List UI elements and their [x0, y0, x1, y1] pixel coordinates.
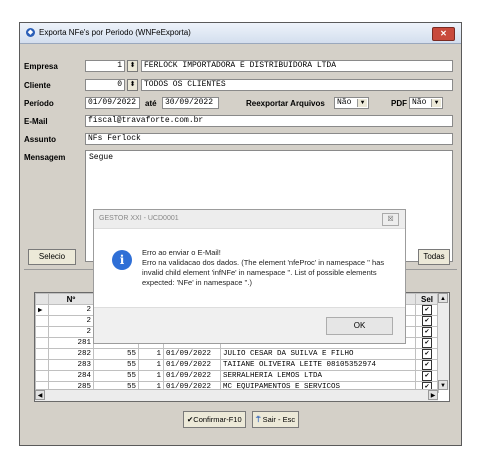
app-icon: ◆ — [26, 28, 35, 37]
scroll-up-icon[interactable]: ▲ — [438, 293, 448, 303]
column-header-num[interactable]: Nº — [48, 293, 94, 305]
dialog-message-line1: Erro ao enviar o E-Mail! — [142, 248, 221, 257]
scroll-left-icon[interactable]: ◀ — [35, 390, 45, 400]
cell-num: 281 — [48, 337, 94, 349]
dialog-footer: OK — [94, 307, 405, 343]
dialog-title-bar: GESTOR XXI - UCD0001 ☒ — [94, 210, 405, 229]
reexportar-label: Reexportar Arquivos — [246, 99, 325, 108]
exit-icon: ⍑ — [256, 415, 261, 424]
reexportar-select[interactable]: Não ▼ — [334, 97, 369, 109]
cell-client: SERRALHERIA LEMOS LTDA — [220, 370, 416, 382]
date-from-input[interactable]: 01/09/2022 — [85, 97, 140, 109]
cliente-name-field: TODOS OS CLIENTES — [141, 79, 453, 91]
cell-date: 01/09/2022 — [163, 370, 221, 382]
dialog-close-icon[interactable]: ☒ — [382, 213, 399, 226]
table-row[interactable]: 283 55 1 01/09/2022 TAIIANE OLIVEIRA LEI… — [35, 359, 439, 371]
email-input[interactable]: fiscal@travaforte.com.br — [85, 115, 453, 127]
info-icon: i — [112, 250, 132, 270]
select-all-button[interactable]: Todas — [418, 249, 450, 265]
ate-label: até — [145, 99, 157, 108]
window-title: Exporta NFe's por Periodo (WNFeExporta) — [39, 28, 191, 37]
exit-label: Sair - Esc — [262, 415, 296, 424]
cell-num: 282 — [48, 348, 94, 360]
horizontal-scrollbar[interactable]: ◀ ▶ — [35, 389, 438, 401]
cliente-code-input[interactable]: 0 — [85, 79, 125, 91]
column-header-sel[interactable]: Sel — [415, 293, 439, 305]
cliente-label: Cliente — [24, 81, 51, 90]
empresa-name-field: FERLOCK IMPORTADORA E DISTRIBUIDORA LTDA — [141, 60, 453, 72]
empresa-label: Empresa — [24, 62, 58, 71]
row-select-checkbox[interactable]: ✔ — [422, 338, 432, 348]
cell-num: 2 — [48, 326, 94, 338]
cell-serie: 1 — [138, 348, 164, 360]
close-button[interactable]: ✕ — [432, 27, 455, 41]
exit-button[interactable]: ⍑ Sair - Esc — [252, 411, 300, 428]
row-select-checkbox[interactable]: ✔ — [422, 371, 432, 381]
error-dialog: GESTOR XXI - UCD0001 ☒ i Erro ao enviar … — [93, 209, 406, 344]
mensagem-label: Mensagem — [24, 153, 66, 162]
row-select-checkbox[interactable]: ✔ — [422, 327, 432, 337]
select-button[interactable]: Selecio — [28, 249, 76, 265]
main-window: ◆ Exporta NFe's por Periodo (WNFeExporta… — [19, 22, 462, 446]
table-row[interactable]: 282 55 1 01/09/2022 JULIO CESAR DA SUILV… — [35, 348, 439, 360]
email-label: E-Mail — [24, 117, 48, 126]
cell-date: 01/09/2022 — [163, 359, 221, 371]
cell-date: 01/09/2022 — [163, 348, 221, 360]
cell-mod: 55 — [93, 359, 139, 371]
reexportar-value: Não — [337, 98, 352, 107]
cell-client: TAIIANE OLIVEIRA LEITE 08105352974 — [220, 359, 416, 371]
dialog-message: Erro ao enviar o E-Mail! Erro na validac… — [142, 248, 397, 288]
row-select-checkbox[interactable]: ✔ — [422, 316, 432, 326]
cell-num: 283 — [48, 359, 94, 371]
cell-client: JULIO CESAR DA SUILVA E FILHO — [220, 348, 416, 360]
title-bar: ◆ Exporta NFe's por Periodo (WNFeExporta… — [20, 23, 461, 44]
cell-num: 2 — [48, 304, 94, 316]
pdf-select[interactable]: Não ▼ — [409, 97, 443, 109]
assunto-label: Assunto — [24, 135, 56, 144]
cell-mod: 55 — [93, 348, 139, 360]
ok-button[interactable]: OK — [326, 317, 393, 335]
confirm-button[interactable]: ✔Confirmar-F10 — [183, 411, 246, 428]
cell-num: 2 — [48, 315, 94, 327]
cell-mod: 55 — [93, 370, 139, 382]
chevron-down-icon[interactable]: ▼ — [357, 99, 367, 107]
current-row-icon: ▶ — [35, 304, 49, 316]
table-row[interactable]: 284 55 1 01/09/2022 SERRALHERIA LEMOS LT… — [35, 370, 439, 382]
date-to-input[interactable]: 30/09/2022 — [162, 97, 219, 109]
row-select-checkbox[interactable]: ✔ — [422, 360, 432, 370]
assunto-input[interactable]: NFs Ferlock — [85, 133, 453, 145]
cell-serie: 1 — [138, 359, 164, 371]
row-select-checkbox[interactable]: ✔ — [422, 349, 432, 359]
pdf-label: PDF — [391, 99, 407, 108]
periodo-label: Período — [24, 99, 54, 108]
row-indicator-header — [35, 293, 49, 305]
chevron-down-icon[interactable]: ▼ — [431, 99, 441, 107]
cliente-lookup-icon[interactable]: ⬍ — [127, 79, 138, 91]
dialog-message-body: Erro na validacao dos dados. (The elemen… — [142, 258, 385, 287]
vertical-scrollbar[interactable]: ▲ ▼ — [437, 293, 449, 390]
scroll-right-icon[interactable]: ▶ — [428, 390, 438, 400]
row-select-checkbox[interactable]: ✔ — [422, 305, 432, 315]
cell-serie: 1 — [138, 370, 164, 382]
pdf-value: Não — [412, 98, 427, 107]
scroll-down-icon[interactable]: ▼ — [438, 380, 448, 390]
cell-num: 284 — [48, 370, 94, 382]
empresa-code-input[interactable]: 1 — [85, 60, 125, 72]
dialog-title: GESTOR XXI - UCD0001 — [99, 215, 179, 222]
empresa-lookup-icon[interactable]: ⬍ — [127, 60, 138, 72]
